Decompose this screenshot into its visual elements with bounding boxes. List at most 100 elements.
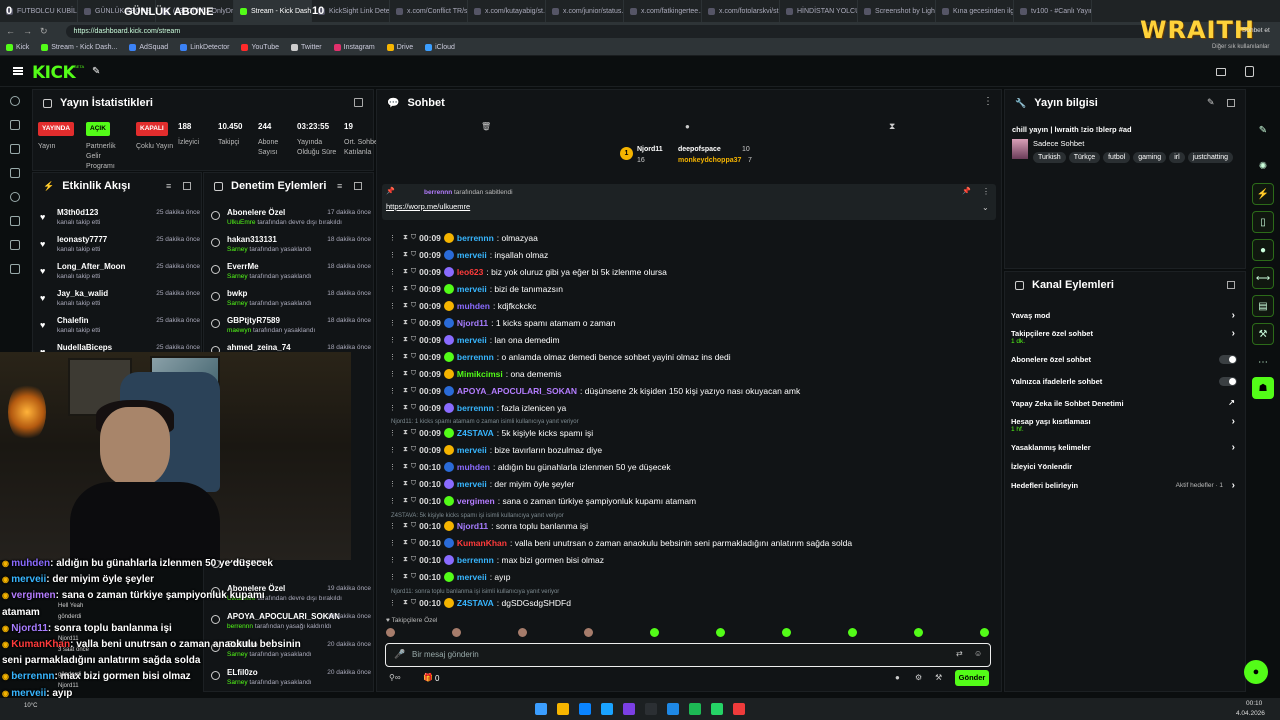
drag-handle-icon[interactable]: ⋮	[389, 319, 396, 327]
chevron-right-icon[interactable]: ›	[1232, 416, 1235, 427]
unpin-icon[interactable]: 📌	[962, 187, 971, 195]
browser-tab[interactable]: x.com/fotolarskvi/st...	[702, 0, 780, 22]
filter-icon[interactable]: ≡	[337, 181, 342, 191]
activity-row[interactable]: ♥ Chalefin kanalı takip etti 25 dakika önce	[40, 314, 200, 340]
taskbar-app-icon[interactable]	[579, 703, 591, 715]
chat-message[interactable]: ⋮ ⧗ ⛉ 00:09 muhden: kdjfkckckc	[389, 299, 536, 313]
moderation-row[interactable]: APOYA_APOCULARI_SOKAN berrennn tarafından…	[211, 610, 371, 636]
channel-action-row[interactable]: Yalnızca ifadelerle sohbet	[1011, 377, 1237, 386]
timer-icon[interactable]: ⧗	[403, 336, 408, 344]
shield-icon[interactable]: ⛉	[411, 556, 416, 564]
taskbar-app-icon[interactable]	[645, 703, 657, 715]
send-button[interactable]: Gönder	[955, 670, 989, 686]
taskbar-app-icon[interactable]	[667, 703, 679, 715]
shield-icon[interactable]: ⛉	[411, 573, 416, 581]
emote-icon[interactable]	[584, 628, 593, 637]
trash-icon[interactable]: 🗑	[481, 122, 491, 131]
chat-bubble-icon[interactable]: ●	[685, 122, 690, 131]
chat-message[interactable]: ⋮ ⧗ ⛉ 00:09 merveii: lan ona demedim	[389, 333, 560, 347]
pin-icon[interactable]: ✎	[92, 66, 100, 77]
users-icon[interactable]: ⚲∞	[389, 673, 401, 682]
shield-icon[interactable]: ⛉	[411, 480, 416, 488]
bookmark-item[interactable]: YouTube	[241, 44, 279, 51]
gift-icon[interactable]: 🎁	[423, 673, 433, 682]
drag-handle-icon[interactable]: ⋮	[389, 497, 396, 505]
drag-handle-icon[interactable]: ⋮	[389, 404, 396, 412]
timer-icon[interactable]: ⧗	[889, 121, 895, 132]
profile-sub[interactable]: Sohbet et	[1242, 27, 1270, 34]
chat-message[interactable]: ⋮ ⧗ ⛉ 00:10 merveii: der miyim öyle şeyler	[389, 477, 574, 491]
shield-icon[interactable]: ⛉	[411, 302, 416, 310]
taskbar-app-icon[interactable]	[689, 703, 701, 715]
filter-icon[interactable]: ≡	[166, 181, 171, 191]
shield-icon[interactable]: ⛉	[411, 353, 416, 361]
shield-icon[interactable]: ⛉	[411, 370, 416, 378]
chat-message[interactable]: ⋮ ⧗ ⛉ 00:10 merveii: ayıp	[389, 570, 511, 584]
timer-icon[interactable]: ⧗	[403, 353, 408, 361]
shield-icon[interactable]: ⛉	[411, 539, 416, 547]
stream-tag[interactable]: Türkçe	[1068, 152, 1101, 163]
shield-icon[interactable]: ⛉	[411, 446, 416, 454]
emote-icon[interactable]	[452, 628, 461, 637]
layout-icon[interactable]: ▤	[1252, 295, 1274, 317]
shield-icon[interactable]: ⛉	[411, 522, 416, 530]
stream-tag[interactable]: futbol	[1103, 152, 1131, 163]
translate-icon[interactable]: ⇄	[956, 649, 963, 658]
channel-action-row[interactable]: Hedefleri belirleyin Aktif hedefler · 1 ›	[1011, 480, 1237, 491]
shield-icon[interactable]: ⛉	[411, 251, 416, 259]
message-username[interactable]: merveii	[457, 284, 487, 294]
toggle-switch[interactable]	[1219, 377, 1237, 386]
timer-icon[interactable]: ⧗	[403, 302, 408, 310]
browser-tab[interactable]: Kına gecesinden ilg...	[936, 0, 1014, 22]
edit-icon[interactable]: ✎	[1207, 97, 1215, 108]
shield-icon[interactable]: ⛉	[411, 387, 416, 395]
browser-tab[interactable]: x.com/kutayabig/st...	[468, 0, 546, 22]
phone-icon[interactable]: ▯	[1252, 211, 1274, 233]
toggle-switch[interactable]	[1219, 355, 1237, 364]
drag-handle-icon[interactable]: ⋮	[389, 353, 396, 361]
bookmark-item[interactable]: Stream - Kick Dash...	[41, 44, 117, 51]
drag-handle-icon[interactable]: ⋮	[389, 539, 396, 547]
trophy-icon[interactable]	[10, 168, 20, 178]
chat-message[interactable]: ⋮ ⧗ ⛉ 00:10 muhden: aldığın bu günahlarla iz…	[389, 460, 671, 474]
community-icon[interactable]	[10, 240, 20, 250]
channel-action-row[interactable]: Yasaklanmış kelimeler ›	[1011, 442, 1237, 453]
popout-icon[interactable]	[183, 182, 191, 190]
message-username[interactable]: berrennn	[457, 233, 494, 243]
taskbar-app-icon[interactable]	[601, 703, 613, 715]
shield-icon[interactable]: ⛉	[411, 497, 416, 505]
taskbar-app-icon[interactable]	[623, 703, 635, 715]
chevron-right-icon[interactable]: ›	[1232, 328, 1235, 339]
drag-handle-icon[interactable]: ⋮	[389, 251, 396, 259]
timer-icon[interactable]: ⧗	[403, 319, 408, 327]
browser-tab[interactable]: HİNDİSTAN YOLCU...	[780, 0, 858, 22]
bolt-icon[interactable]: ⚡	[1252, 183, 1274, 205]
drag-handle-icon[interactable]: ⋮	[389, 463, 396, 471]
activity-row[interactable]: ♥ M3th0d123 kanalı takip etti 25 dakika önc…	[40, 206, 200, 232]
chat-message[interactable]: ⋮ ⧗ ⛉ 00:09 leo623: biz yok oluruz gibi ya e…	[389, 265, 667, 279]
message-username[interactable]: merveii	[457, 250, 487, 260]
wrench-icon[interactable]: ⚒	[1252, 323, 1274, 345]
chat-message[interactable]: ⋮ ⧗ ⛉ 00:09 merveii: bizi de tanımazsın	[389, 282, 563, 296]
emote-icon[interactable]	[386, 628, 395, 637]
drag-handle-icon[interactable]: ⋮	[389, 234, 396, 242]
stream-icon[interactable]	[10, 96, 20, 106]
share-icon[interactable]: ⋯	[1252, 351, 1274, 373]
chat-icon[interactable]: ●	[1252, 239, 1274, 261]
moderation-row[interactable]: bwkp Sarney tarafından yasaklandı 18 dakik…	[211, 287, 371, 313]
content-icon[interactable]	[10, 144, 20, 154]
emote-icon[interactable]	[782, 628, 791, 637]
message-username[interactable]: berrennn	[457, 403, 494, 413]
drag-handle-icon[interactable]: ⋮	[389, 446, 396, 454]
chevron-right-icon[interactable]: ›	[1232, 310, 1235, 321]
settings-icon[interactable]	[10, 192, 20, 202]
timer-icon[interactable]: ⧗	[403, 480, 408, 488]
external-link-icon[interactable]: ↗	[1228, 398, 1235, 407]
chat-message[interactable]: ⋮ ⧗ ⛉ 00:09 merveii: inşallah olmaz	[389, 248, 548, 262]
chat-message[interactable]: ⋮ ⧗ ⛉ 00:10 Njord11: sonra toplu banlanma iş…	[389, 519, 588, 533]
timer-icon[interactable]: ⧗	[403, 556, 408, 564]
drag-handle-icon[interactable]: ⋮	[389, 302, 396, 310]
timer-icon[interactable]: ⧗	[403, 404, 408, 412]
popout-icon[interactable]	[354, 98, 363, 107]
reload-icon[interactable]: ↻	[40, 26, 48, 37]
